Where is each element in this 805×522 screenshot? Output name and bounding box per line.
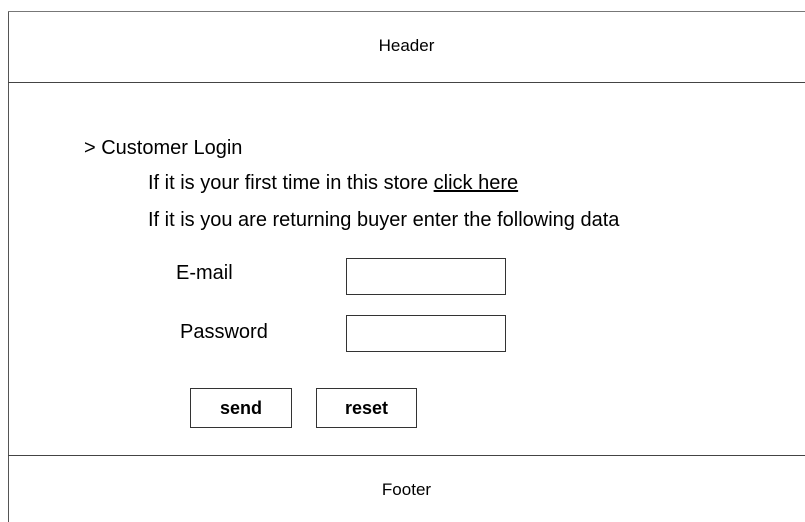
password-label: Password <box>180 321 268 343</box>
first-time-text: If it is your first time in this store <box>148 172 434 194</box>
email-label: E-mail <box>176 262 233 284</box>
send-button[interactable]: send <box>190 388 292 428</box>
password-field[interactable] <box>346 315 506 352</box>
footer-region: Footer <box>381 480 432 499</box>
top-border <box>8 11 805 12</box>
left-border <box>8 12 9 522</box>
customer-login-title: > Customer Login <box>84 137 243 159</box>
returning-buyer-text: If it is you are returning buyer enter t… <box>148 209 620 231</box>
header-region: Header <box>378 36 435 55</box>
email-field[interactable] <box>346 258 506 295</box>
first-time-line: If it is your first time in this store c… <box>148 172 518 195</box>
reset-button[interactable]: reset <box>316 388 417 428</box>
header-divider <box>8 82 805 83</box>
click-here-link[interactable]: click here <box>434 172 518 194</box>
footer-divider <box>8 455 805 456</box>
wireframe-page: Header > Customer Login If it is your fi… <box>0 0 805 522</box>
